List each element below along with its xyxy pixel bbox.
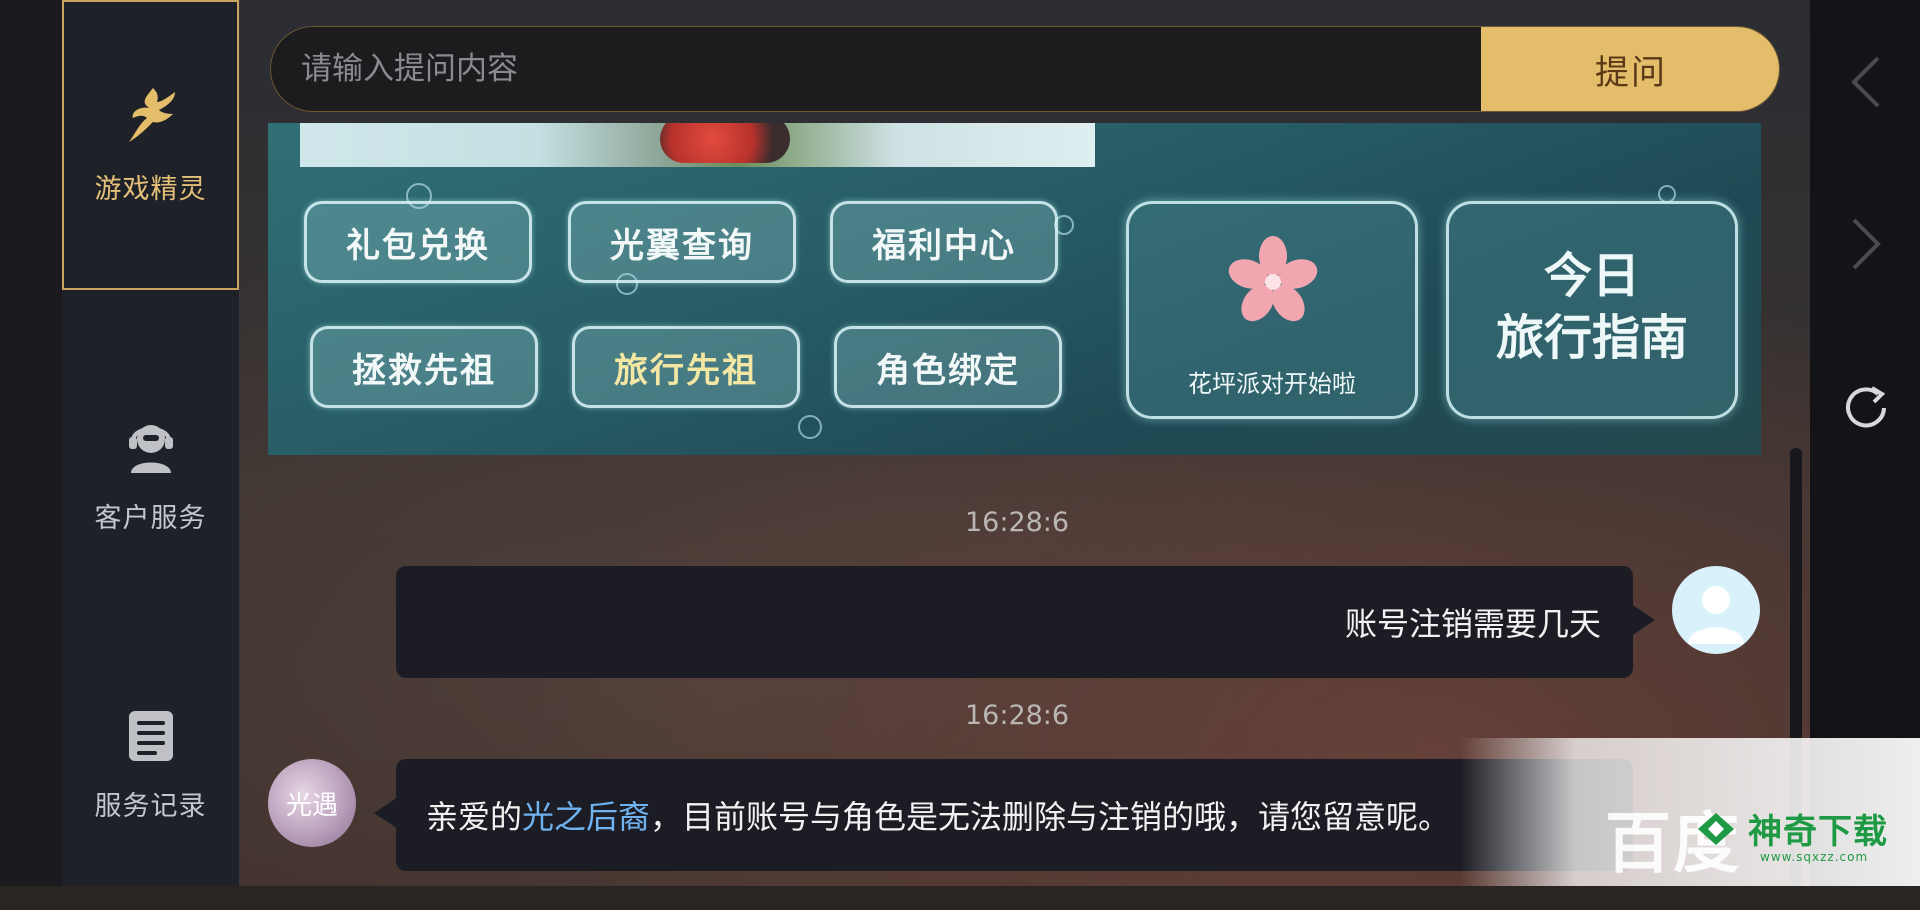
flower-party-card[interactable]: 花坪派对开始啦 [1126, 201, 1418, 419]
feature-banner: 礼包兑换 光翼查询 福利中心 拯救先祖 旅行先祖 角色绑定 花坪派对开始啦 今日… [268, 123, 1761, 455]
watermark-brand: 神奇下载 [1748, 812, 1888, 852]
travel-ancestor-button[interactable]: 旅行先祖 [572, 326, 800, 408]
user-message: 账号注销需要几天 [396, 566, 1655, 678]
card-title-line2: 旅行指南 [1495, 310, 1688, 366]
search-bar: 提问 [270, 26, 1780, 112]
role-bind-button[interactable]: 角色绑定 [834, 326, 1062, 408]
refresh-icon [1846, 386, 1886, 428]
sidebar-item-game-spirit[interactable]: 游戏精灵 [62, 0, 239, 290]
message-highlight-link[interactable]: 光之后裔 [522, 792, 650, 838]
sidebar-item-label: 游戏精灵 [94, 174, 207, 205]
record-icon [123, 707, 179, 770]
bot-message: 亲爱的 光之后裔 ，目前账号与角色是无法删除与注销的哦，请您留意呢。 [374, 759, 1633, 871]
refresh-button[interactable] [1838, 380, 1894, 436]
sidebar-item-label: 服务记录 [94, 791, 207, 822]
customer-service-icon [123, 415, 179, 482]
bot-avatar[interactable]: 光遇 [268, 759, 356, 847]
banner-image [300, 123, 1095, 167]
chevron-left-icon [1851, 56, 1880, 108]
watermark-url: www.sqxzz.com [1760, 850, 1869, 864]
message-text: 账号注销需要几天 [1344, 605, 1601, 643]
ask-button[interactable]: 提问 [1481, 27, 1779, 111]
fairy-icon [123, 84, 179, 153]
welfare-center-button[interactable]: 福利中心 [830, 201, 1058, 283]
gift-redeem-button[interactable]: 礼包兑换 [304, 201, 532, 283]
message-text-before: 亲爱的 [426, 798, 523, 836]
back-button[interactable] [1838, 54, 1894, 110]
timestamp: 16:28:6 [965, 507, 1070, 538]
search-input[interactable] [271, 27, 1481, 111]
timestamp: 16:28:6 [965, 700, 1070, 731]
download-logo-icon [1698, 812, 1734, 845]
sidebar-item-service-record[interactable]: 服务记录 [62, 620, 239, 910]
sidebar-item-customer-service[interactable]: 客户服务 [62, 330, 239, 620]
message-text-after: ，目前账号与角色是无法删除与注销的哦，请您留意呢。 [650, 798, 1451, 836]
forward-button[interactable] [1838, 216, 1894, 272]
bubble-decoration [798, 415, 822, 439]
chevron-right-icon [1852, 218, 1881, 270]
watermark-logo: 神奇下载 [1694, 804, 1888, 853]
left-edge [0, 0, 62, 886]
user-silhouette-icon [1688, 586, 1744, 644]
sidebar: 游戏精灵 客户服务 服务记录 [62, 0, 240, 886]
wing-query-button[interactable]: 光翼查询 [568, 201, 796, 283]
card-title-line1: 今日 [1543, 248, 1640, 304]
user-avatar[interactable] [1672, 566, 1760, 654]
bot-avatar-text: 光遇 [285, 790, 338, 821]
rescue-ancestor-button[interactable]: 拯救先祖 [310, 326, 538, 408]
sakura-icon [1225, 234, 1321, 334]
sidebar-item-label: 客户服务 [94, 503, 207, 534]
card-caption: 花坪派对开始啦 [1188, 370, 1356, 398]
travel-guide-card[interactable]: 今日 旅行指南 [1446, 201, 1738, 419]
